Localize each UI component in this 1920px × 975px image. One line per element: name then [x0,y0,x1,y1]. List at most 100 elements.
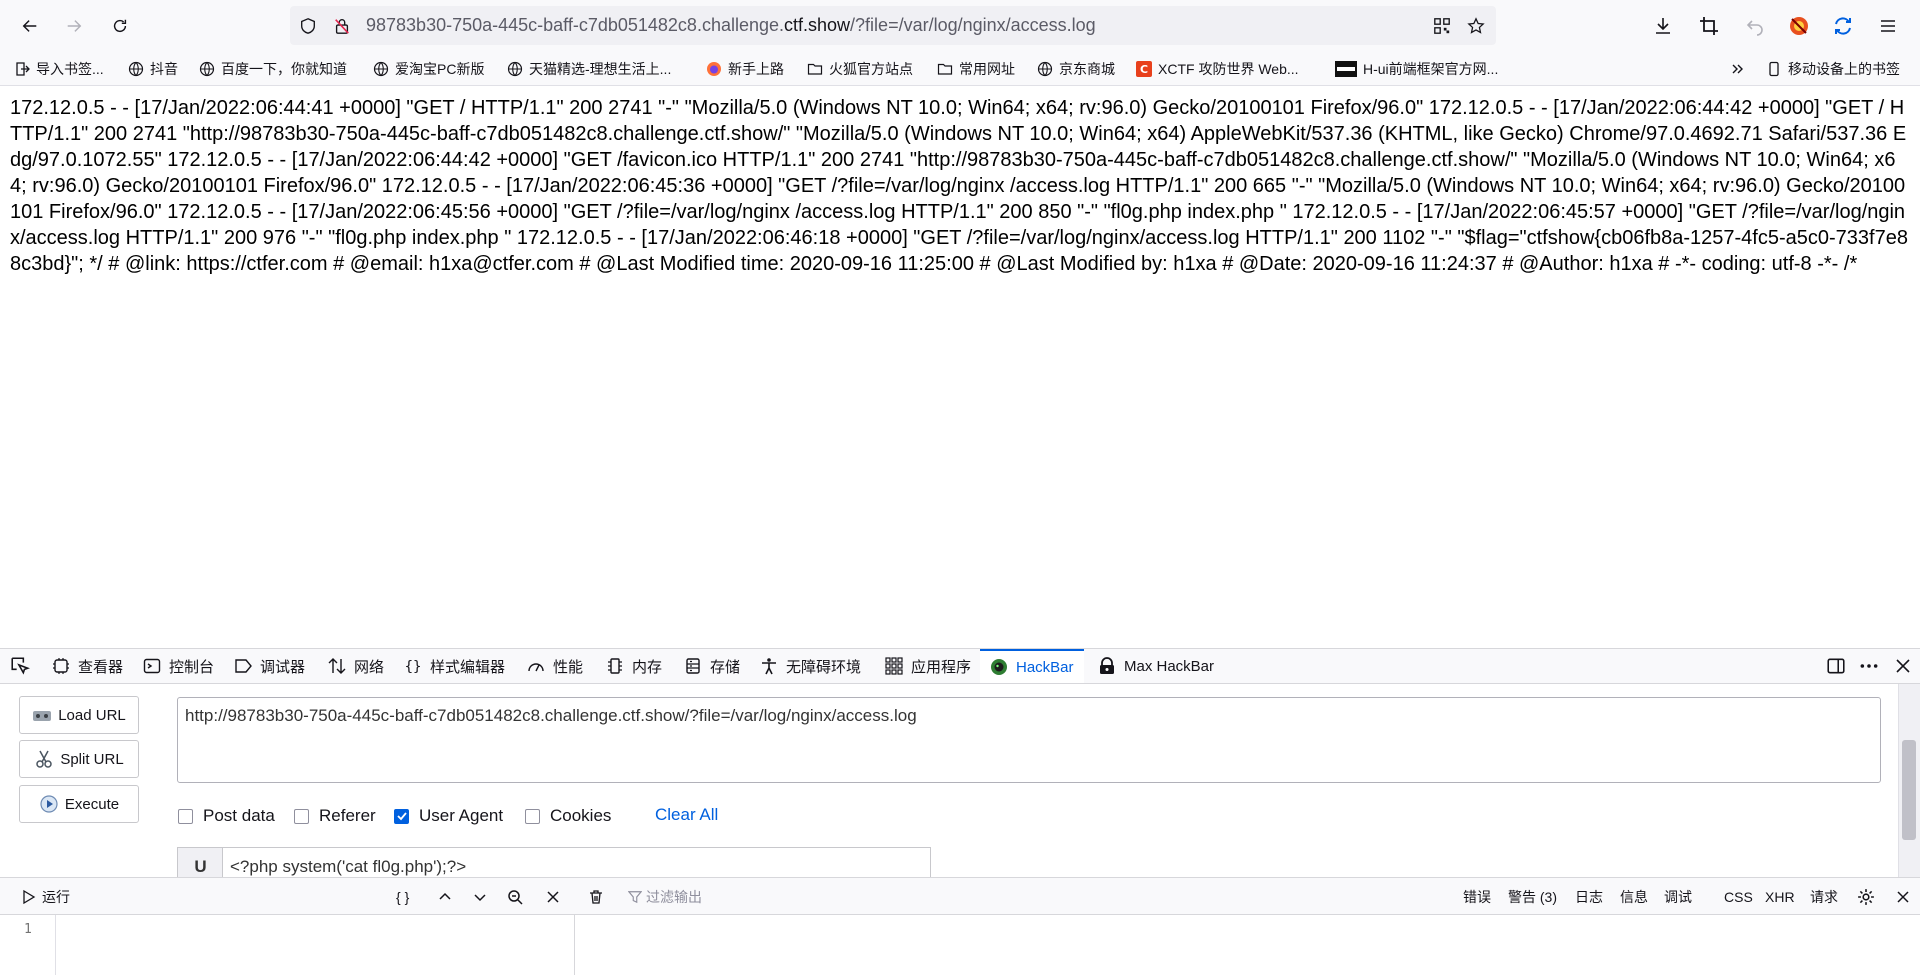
hui-icon [1335,61,1357,77]
reload-icon[interactable] [104,10,136,42]
globe-icon [128,61,144,77]
close-devtools-icon[interactable] [1894,649,1912,683]
post-data-checkbox[interactable]: Post data [178,805,275,827]
filter-debug[interactable]: 调试 [1664,887,1692,907]
tab-inspector[interactable]: 查看器 [52,649,123,683]
shield-icon[interactable] [298,16,318,36]
pretty-print-button[interactable]: { } [396,887,409,907]
tab-label: 性能 [553,658,584,676]
globe-icon [1037,61,1053,77]
checkbox-box[interactable] [294,808,309,824]
chevron-up-icon[interactable] [437,887,453,907]
bookmark-item[interactable]: H-ui前端框架官方网... [1335,59,1498,79]
bookmark-item[interactable]: 常用网址 [937,59,1015,79]
bookmark-label: 天猫精选-理想生活上... [529,61,672,77]
menu-icon[interactable] [1874,12,1902,40]
mobile-bookmarks[interactable]: 移动设备上的书签 [1766,59,1900,79]
tab-storage[interactable]: 存储 [684,649,740,683]
hackbar-scrollbar-thumb[interactable] [1902,740,1916,840]
load-url-button[interactable]: Load URL [19,696,139,734]
downloads-icon[interactable] [1649,12,1677,40]
bookmark-star-icon[interactable] [1466,16,1486,36]
chevron-down-icon[interactable] [472,887,488,907]
back-icon[interactable] [14,10,46,42]
filter-logs[interactable]: 日志 [1575,887,1603,907]
filter-css[interactable]: CSS [1724,887,1753,907]
checkbox-box[interactable] [394,808,409,824]
undo-icon[interactable] [1741,12,1769,40]
execute-button[interactable]: Execute [19,785,139,823]
tab-network[interactable]: 网络 [328,649,384,683]
url-prefix: 98783b30-750a-445c-baff-c7db051482c8.cha… [366,15,785,35]
user-agent-input[interactable]: <?php system('cat fl0g.php');?> [222,847,931,877]
console-settings-icon[interactable] [1857,887,1875,907]
filter-warnings[interactable]: 警告 (3) [1508,887,1557,907]
run-button[interactable]: 运行 [20,887,70,907]
console-editor[interactable] [0,915,575,975]
folder-icon [807,61,823,77]
mobile-icon [1766,61,1782,77]
forward-icon[interactable] [58,10,90,42]
filter-output[interactable]: 过滤输出 [628,887,702,907]
bookmark-item[interactable]: 京东商城 [1037,59,1115,79]
tab-memory[interactable]: 内存 [606,649,662,683]
tab-accessibility[interactable]: 无障碍环境 [760,649,861,683]
url-bar[interactable]: 98783b30-750a-445c-baff-c7db051482c8.cha… [290,6,1496,45]
bookmark-item[interactable]: 新手上路 [706,59,784,79]
bookmarks-toolbar: 导入书签... 抖音 百度一下，你就知道 爱淘宝PC新版 天猫精选-理想生活上.… [0,52,1920,86]
tab-max-hackbar[interactable]: Max HackBar [1098,649,1214,683]
sync-icon[interactable] [1829,12,1857,40]
line-number: 1 [24,922,32,937]
clear-all-link[interactable]: Clear All [655,805,718,825]
bookmark-label: 常用网址 [959,61,1015,77]
hackbar-url-input[interactable]: http://98783b30-750a-445c-baff-c7db05148… [177,697,1881,783]
globe-icon [199,61,215,77]
bookmark-item[interactable]: 抖音 [128,59,178,79]
screenshot-crop-icon[interactable] [1695,12,1723,40]
url-text[interactable]: 98783b30-750a-445c-baff-c7db051482c8.cha… [366,6,1096,45]
tab-application[interactable]: 应用程序 [885,649,971,683]
tab-hackbar[interactable]: HackBar [980,649,1084,683]
bookmarks-overflow-icon[interactable] [1730,59,1746,79]
close-editor-icon[interactable] [545,887,561,907]
bookmark-item[interactable]: 火狐官方站点 [807,59,913,79]
filter-info[interactable]: 信息 [1620,887,1648,907]
scissors-icon [34,749,54,769]
qr-code-icon[interactable] [1432,16,1452,36]
style-editor-icon: {} [404,657,422,675]
tab-debugger[interactable]: 调试器 [234,649,305,683]
filter-xhr[interactable]: XHR [1765,887,1795,907]
bookmark-label: 移动设备上的书签 [1788,61,1900,77]
trash-icon[interactable] [588,887,604,907]
tab-label: HackBar [1016,658,1074,676]
checkbox-box[interactable] [178,808,193,824]
bookmark-item[interactable]: 天猫精选-理想生活上... [507,59,671,79]
tab-label: 网络 [354,658,385,676]
filter-requests[interactable]: 请求 [1810,887,1838,907]
tab-console[interactable]: 控制台 [143,649,214,683]
storage-icon [684,657,702,675]
referer-checkbox[interactable]: Referer [294,805,376,827]
insecure-lock-icon[interactable] [332,16,352,36]
dock-side-icon[interactable] [1826,649,1846,683]
tab-style-editor[interactable]: {} 样式编辑器 [404,649,505,683]
filter-errors[interactable]: 错误 [1463,887,1491,907]
bookmark-item[interactable]: C XCTF 攻防世界 Web... [1136,59,1299,79]
search-icon[interactable] [507,887,523,907]
load-url-icon [32,705,52,725]
cookies-checkbox[interactable]: Cookies [525,805,611,827]
accessibility-icon [760,657,778,675]
bookmark-label: 导入书签... [36,61,104,77]
split-url-button[interactable]: Split URL [19,740,139,778]
more-options-icon[interactable] [1859,649,1879,683]
user-agent-checkbox[interactable]: User Agent [394,805,503,827]
bookmark-item[interactable]: 爱淘宝PC新版 [373,59,484,79]
element-picker-icon[interactable] [10,649,30,683]
bookmark-item[interactable]: 百度一下，你就知道 [199,59,347,79]
bookmark-item[interactable]: 导入书签... [14,59,104,79]
bookmark-label: 爱淘宝PC新版 [395,61,485,77]
extension-block-icon[interactable] [1785,12,1813,40]
tab-performance[interactable]: 性能 [527,649,583,683]
checkbox-box[interactable] [525,808,540,824]
close-console-icon[interactable] [1895,887,1911,907]
